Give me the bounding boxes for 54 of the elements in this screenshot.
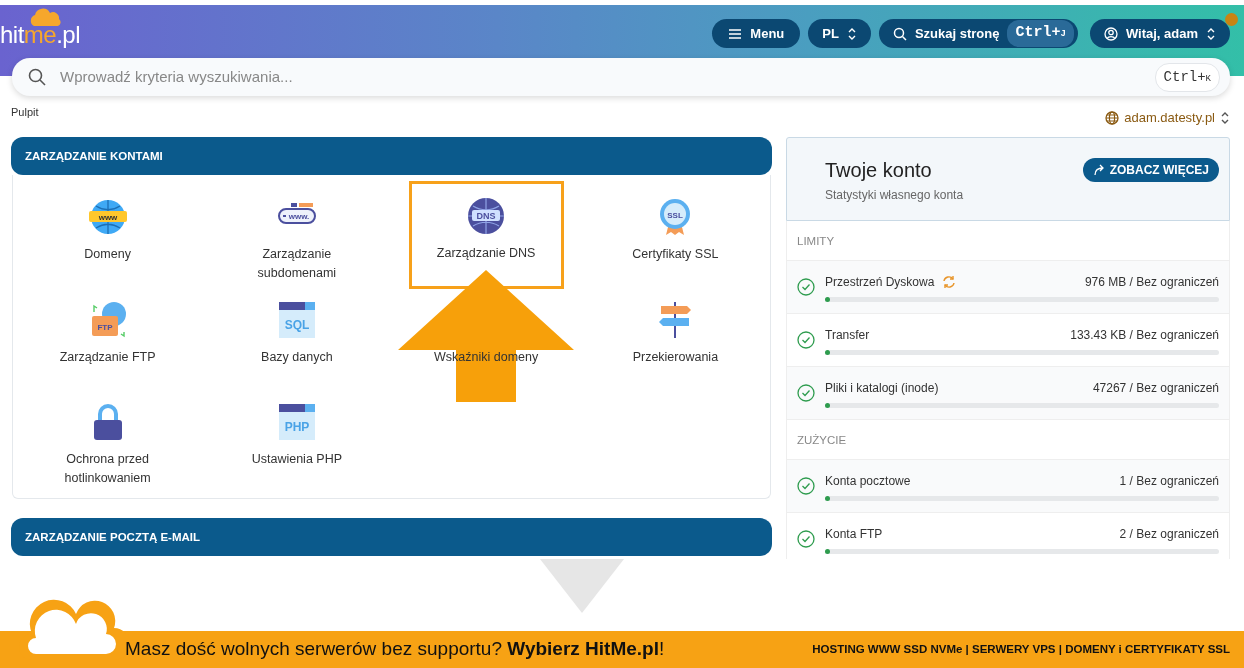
stat-label: Transfer [825, 326, 870, 344]
promo-tagline: HOSTING WWW SSD NVMe | SERWERY VPS | DOMENY i CERTYFIKATY SSL [812, 641, 1230, 657]
stat-label: Konta pocztowe [825, 472, 911, 490]
share-arrow-icon [1092, 164, 1105, 177]
site-search-button[interactable]: Szukaj stronę Ctrl+J [878, 19, 1078, 48]
section-header[interactable]: ZARZĄDZANIE POCZTĄ E-MAIL [11, 518, 772, 557]
search-input[interactable]: Wprowadź kryteria wyszukiwania... [58, 64, 1143, 90]
shortcut-hint: Ctrl+J [1007, 20, 1074, 47]
logo: hitme.pl [0, 23, 81, 47]
check-circle-icon [797, 278, 815, 297]
user-icon [1103, 26, 1118, 41]
tile-link[interactable]: Zarządzanie FTP [59, 348, 156, 368]
card-title: Twoje konto [825, 158, 933, 183]
domain-select[interactable]: adam.datesty.pl [1105, 107, 1230, 128]
breadcrumb[interactable]: Pulpit [11, 103, 39, 121]
check-circle-icon [797, 331, 815, 350]
promo-text: Masz dość wolnych serwerów bez supportu? Wybierz HitMe.pl! [125, 637, 665, 661]
tile-link[interactable]: Ustawienia PHP [251, 450, 343, 470]
chevron-updown-icon [1206, 26, 1216, 41]
chevron-updown-icon [1220, 110, 1230, 125]
search-field[interactable]: Wprowadź kryteria wyszukiwania... Ctrl+K [12, 58, 1230, 96]
see-more-button[interactable]: ZOBACZ WIĘCEJ [1082, 158, 1219, 183]
search-icon [28, 68, 46, 87]
menu-button[interactable]: Menu [712, 19, 801, 48]
check-circle-icon [797, 477, 815, 496]
stat-label: Przestrzeń Dyskowa [825, 273, 935, 291]
section-header[interactable]: ZARZĄDZANIE KONTAMI [11, 137, 772, 176]
stat-value: 1 / Bez ograniczeń [1119, 472, 1219, 490]
stat-label: Pliki i katalogi (inode) [825, 379, 939, 397]
stat-value: 47267 / Bez ograniczeń [1092, 379, 1219, 397]
tile-link[interactable]: Zarządzanie DNS [436, 244, 536, 264]
tile-link[interactable]: Przekierowania [632, 348, 719, 368]
stat-label: Konta FTP [825, 525, 883, 543]
stat-value: 133.43 KB / Bez ograniczeń [1070, 326, 1219, 344]
globe-icon [1105, 110, 1120, 125]
stat-value: 2 / Bez ograniczeń [1119, 525, 1219, 543]
tile-link[interactable]: Certyfikaty SSL [632, 245, 719, 265]
language-select[interactable]: PL [808, 19, 871, 48]
tile-link[interactable]: Domeny [84, 245, 131, 265]
stat-value: 976 MB / Bez ograniczeń [1084, 273, 1219, 291]
dns-globe-icon[interactable]: DNS [466, 196, 507, 237]
shortcut-hint: Ctrl+K [1154, 62, 1220, 92]
check-circle-icon [797, 384, 815, 403]
user-menu-button[interactable]: Witaj, adam [1089, 19, 1230, 48]
card-subtitle: Statystyki własnego konta [825, 187, 964, 205]
search-icon [892, 26, 907, 41]
chevron-updown-icon [846, 26, 857, 41]
tile-link[interactable]: Zarządzanie subdomenami [236, 245, 357, 284]
down-triangle-icon [540, 558, 624, 613]
tile-link[interactable]: Bazy danych [261, 348, 333, 368]
cloud-icon [28, 7, 62, 27]
check-circle-icon [797, 530, 815, 549]
menu-icon [728, 27, 743, 40]
tile-link[interactable]: Ochrona przed hotlinkowaniem [47, 450, 168, 489]
